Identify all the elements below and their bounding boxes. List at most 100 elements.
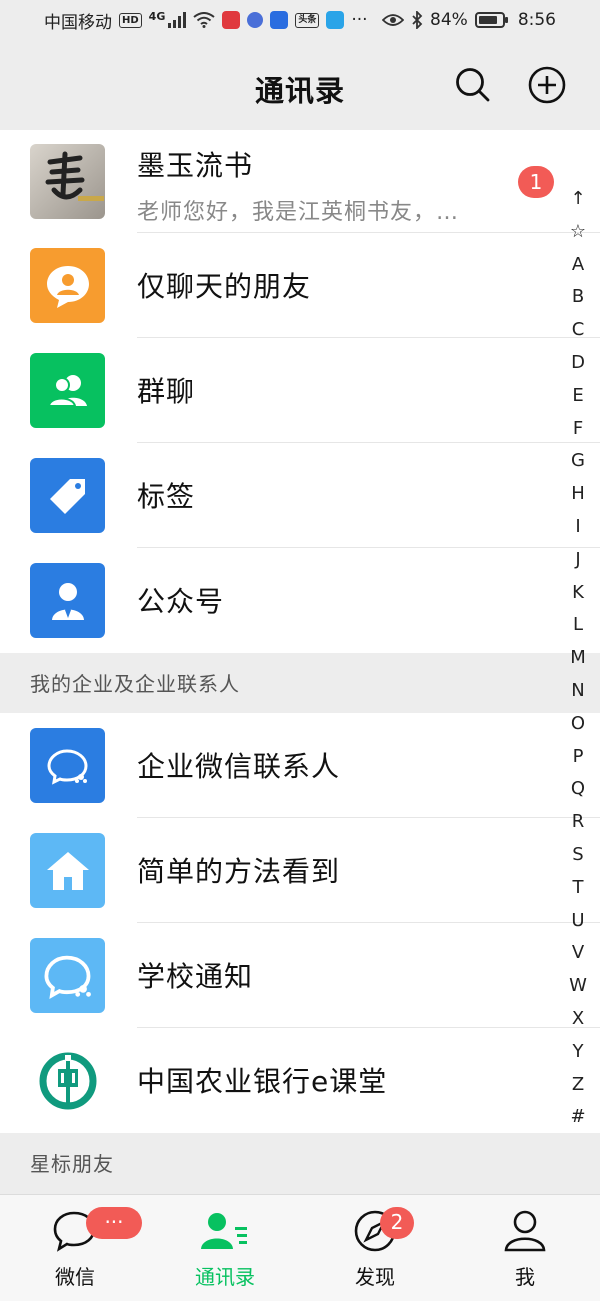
index-letter[interactable]: # — [570, 1101, 585, 1134]
index-letter[interactable]: I — [575, 511, 580, 544]
music-icon — [247, 12, 264, 28]
list-item-group-chats[interactable]: 群聊 — [0, 338, 600, 443]
network-label: 4G — [148, 9, 166, 23]
tab-badge: ··· — [86, 1207, 142, 1239]
index-letter[interactable]: ↑ — [570, 183, 585, 216]
list-item-tags[interactable]: 标签 — [0, 443, 600, 548]
list-item-label: 群聊 — [137, 375, 196, 408]
avatar — [30, 353, 105, 428]
index-letter[interactable]: A — [572, 249, 584, 282]
avatar — [30, 458, 105, 533]
signal-icon — [168, 12, 187, 28]
battery-icon — [474, 12, 508, 28]
list-item-label: 标签 — [137, 480, 196, 513]
search-app-icon — [326, 11, 345, 29]
eye-icon — [382, 13, 405, 27]
index-letter[interactable]: O — [571, 708, 585, 741]
index-letter[interactable]: X — [572, 1003, 584, 1036]
list-item-official-accounts[interactable]: 公众号 — [0, 548, 600, 653]
tab-discover[interactable]: 2 发现 — [300, 1195, 450, 1301]
tab-label: 微信 — [55, 1265, 95, 1289]
index-letter[interactable]: N — [571, 675, 584, 708]
index-letter[interactable]: E — [572, 380, 583, 413]
index-letter[interactable]: S — [572, 839, 583, 872]
index-letter[interactable]: L — [573, 609, 583, 642]
index-letter[interactable]: P — [573, 741, 584, 774]
group-icon — [47, 374, 87, 407]
index-letter[interactable]: F — [573, 413, 583, 446]
avatar — [30, 248, 105, 323]
index-letter[interactable]: B — [572, 281, 584, 314]
search-icon — [456, 68, 490, 102]
index-letter[interactable]: J — [575, 544, 580, 577]
index-letter[interactable]: C — [572, 314, 585, 347]
list-item-chat-only-friends[interactable]: 仅聊天的朋友 — [0, 233, 600, 338]
index-letter[interactable]: ☆ — [570, 216, 586, 249]
contacts-list: 墨玉流书 老师您好，我是江英桐书友，… 仅聊天的朋友 群聊 标签 公众号 我的企… — [0, 130, 600, 1193]
add-button[interactable] — [528, 66, 566, 104]
list-item-label: 中国农业银行e课堂 — [137, 1065, 388, 1098]
list-item-label: 学校通知 — [137, 960, 254, 993]
index-letter[interactable]: G — [571, 445, 585, 478]
work-wechat-icon — [44, 955, 91, 999]
tab-chats[interactable]: ··· 微信 — [0, 1195, 150, 1301]
more-notifications: ··· — [351, 10, 368, 30]
battery-percent: 84% — [430, 10, 468, 30]
status-right: 84% 8:56 — [382, 10, 556, 30]
person-icon — [504, 1210, 546, 1252]
home-icon — [46, 851, 89, 890]
avatar — [30, 1043, 105, 1118]
index-letter[interactable]: Z — [572, 1069, 584, 1102]
index-letter[interactable]: W — [569, 970, 587, 1003]
tab-contacts[interactable]: 通讯录 — [150, 1195, 300, 1301]
section-header-enterprise: 我的企业及企业联系人 — [0, 653, 600, 713]
index-letter[interactable]: H — [571, 478, 585, 511]
tag-icon — [49, 478, 85, 514]
contact-message: 老师您好，我是江英桐书友，… — [137, 200, 460, 225]
list-item-work-wechat-contacts[interactable]: 企业微信联系人 — [0, 713, 600, 818]
contact-item-moyuliushu[interactable]: 墨玉流书 老师您好，我是江英桐书友，… — [0, 130, 600, 233]
index-letter[interactable]: Q — [571, 773, 585, 806]
search-button[interactable] — [454, 66, 492, 104]
tab-label: 发现 — [355, 1265, 395, 1289]
list-item-abc-e-classroom[interactable]: 中国农业银行e课堂 — [0, 1028, 600, 1133]
index-letter[interactable]: T — [573, 872, 584, 905]
index-letter[interactable]: D — [571, 347, 585, 380]
carrier-label: 中国移动 — [44, 12, 112, 33]
tab-badge: 2 — [380, 1207, 414, 1239]
list-item-school-notice[interactable]: 学校通知 — [0, 923, 600, 1028]
person-bubble-icon — [46, 265, 89, 308]
bluetooth-icon — [411, 11, 423, 29]
tab-label: 我 — [515, 1265, 535, 1289]
contacts-icon — [201, 1213, 247, 1249]
alphabet-index[interactable]: ↑ ☆ A B C D E F G H I J K L M N O P Q R S T U V W X Y Z # — [562, 183, 594, 1134]
list-item-label: 企业微信联系人 — [137, 750, 341, 783]
calligraphy-avatar-icon — [45, 151, 104, 201]
page-title: 通讯录 — [254, 74, 345, 108]
index-letter[interactable]: M — [570, 642, 586, 675]
tab-label: 通讯录 — [195, 1265, 255, 1289]
list-item-simple-method[interactable]: 简单的方法看到 — [0, 818, 600, 923]
index-letter[interactable]: R — [572, 806, 585, 839]
avatar — [30, 728, 105, 803]
clock: 8:56 — [517, 10, 556, 30]
status-left: 中国移动 HD 4G 头条 ··· — [44, 8, 368, 33]
list-item-label: 仅聊天的朋友 — [137, 270, 312, 303]
toutiao-app-icon: 头条 — [295, 12, 320, 28]
official-account-icon — [51, 582, 84, 620]
title-bar: 通讯录 — [0, 40, 600, 130]
plus-circle-icon — [528, 66, 566, 104]
index-letter[interactable]: K — [572, 577, 584, 610]
index-letter[interactable]: Y — [573, 1036, 584, 1069]
contact-name: 墨玉流书 — [137, 149, 254, 182]
index-letter[interactable]: U — [571, 905, 584, 938]
app-notification-icon — [222, 11, 241, 29]
tab-bar: ··· 微信 通讯录 2 发现 我 — [0, 1194, 600, 1301]
status-bar: 中国移动 HD 4G 头条 ··· 84% 8:56 — [0, 0, 600, 40]
index-letter[interactable]: V — [572, 937, 584, 970]
tab-me[interactable]: 我 — [450, 1195, 600, 1301]
avatar — [30, 144, 105, 219]
hd-badge: HD — [119, 12, 142, 28]
work-wechat-icon — [46, 748, 88, 785]
unread-badge: 1 — [518, 166, 554, 198]
